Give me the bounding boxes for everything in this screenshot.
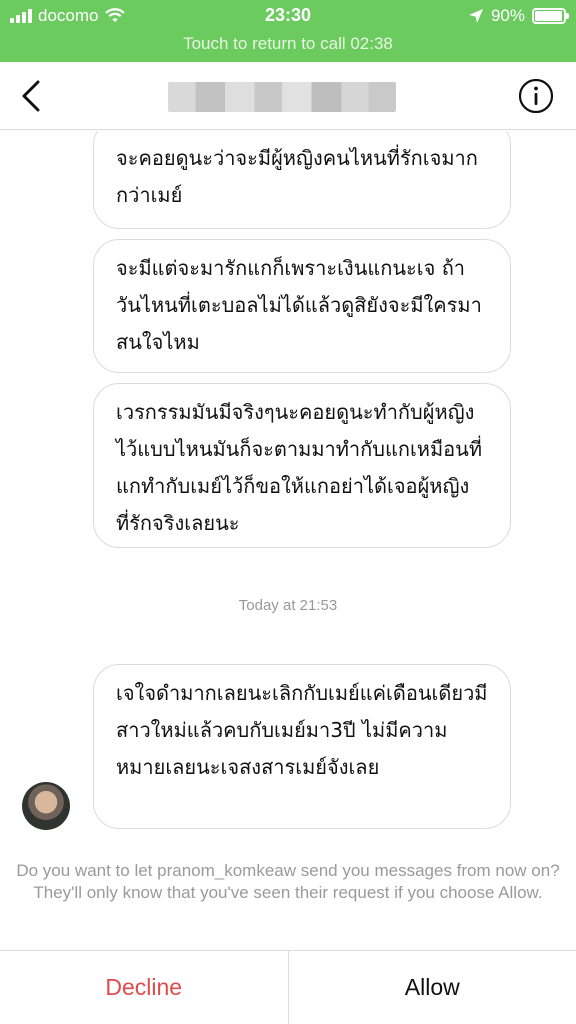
message-bubble[interactable]: จะมีแต่จะมารักแกก็เพราะเงินแกนะเจ ถ้าวัน… <box>93 239 511 373</box>
battery-percent: 90% <box>490 6 525 25</box>
message-request-screen: docomo 23:30 90% Touch to return to call… <box>0 0 576 1024</box>
request-prompt: Do you want to let pranom_komkeaw send y… <box>16 861 560 902</box>
status-right-group: 90% <box>468 6 569 26</box>
status-bar[interactable]: docomo 23:30 90% Touch to return to call… <box>0 0 576 62</box>
return-to-call-banner[interactable]: Touch to return to call 02:38 <box>0 34 576 54</box>
decline-button[interactable]: Decline <box>0 951 289 1024</box>
sender-avatar[interactable] <box>22 782 70 830</box>
message-thread[interactable]: จะคอยดูนะว่าจะมีผู้หญิงคนไหนที่รักเจมากก… <box>0 131 576 854</box>
allow-button[interactable]: Allow <box>288 951 576 1024</box>
message-bubble[interactable]: เวรกรรมมันมีจริงๆนะคอยดูนะทำกับผู้หญิงไว… <box>93 383 511 548</box>
chevron-left-icon[interactable] <box>14 78 50 114</box>
message-timestamp: Today at 21:53 <box>238 597 338 614</box>
message-bubble[interactable]: เจใจดำมากเลยนะเลิกกับเมย์แค่เดือนเดียวมี… <box>93 664 511 829</box>
request-actions: Decline Allow <box>0 950 576 1024</box>
location-arrow-icon <box>468 9 483 23</box>
info-icon[interactable] <box>518 78 554 114</box>
blurred-username <box>168 82 396 112</box>
battery-icon <box>532 8 569 24</box>
message-bubble[interactable]: จะคอยดูนะว่าจะมีผู้หญิงคนไหนที่รักเจมากก… <box>93 131 511 229</box>
conversation-header <box>0 62 576 130</box>
